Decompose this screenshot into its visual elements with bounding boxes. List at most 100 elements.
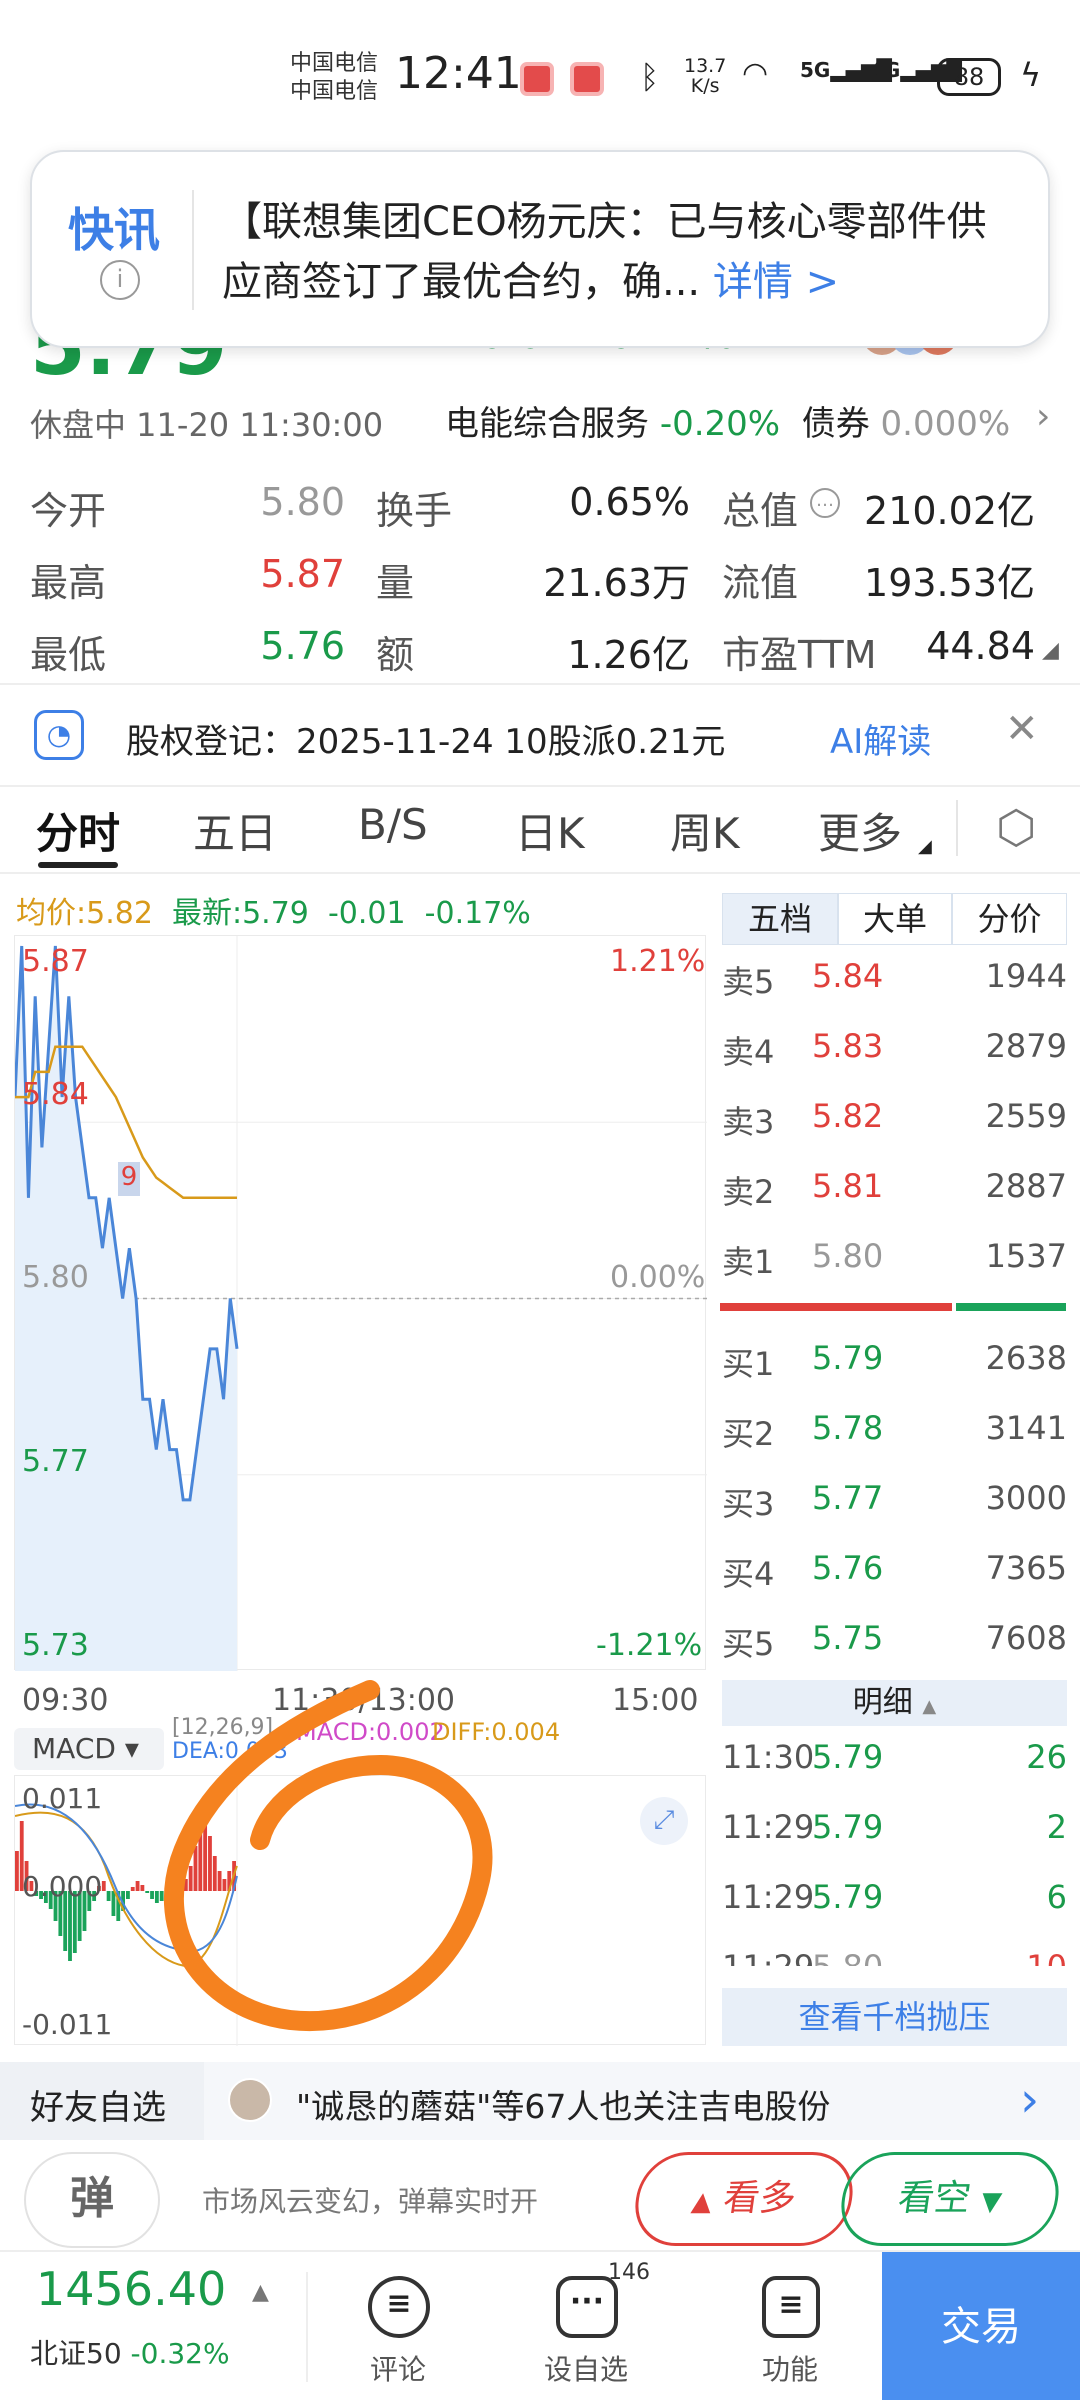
level-label: 买1 <box>722 1345 775 1383</box>
level-price: 5.84 <box>812 957 884 995</box>
level-label: 买4 <box>722 1555 775 1593</box>
sell-pressure-bar <box>720 1303 952 1311</box>
trade-volume: 2 <box>1046 1808 1067 1846</box>
danmu-toggle-button[interactable]: 弹 <box>24 2152 160 2248</box>
x-tick: 09:30 <box>22 1683 109 1718</box>
tab-big-orders[interactable]: 大单 <box>838 893 952 945</box>
market-status: 休盘中 11-20 11:30:00 <box>30 406 384 444</box>
wifi-icon: ◠ <box>742 56 769 91</box>
buy-level-row[interactable]: 买5 5.75 7608 <box>722 1607 1067 1677</box>
tab-bs[interactable]: B/S <box>358 800 428 849</box>
tab-indicator <box>38 862 118 868</box>
news-details-link[interactable]: 详情 > <box>713 259 839 305</box>
dividend-notice[interactable]: ◔ 股权登记：2025-11-24 10股派0.21元 AI解读 ✕ <box>0 690 1080 782</box>
level-label: 买5 <box>722 1625 775 1663</box>
function-button[interactable]: 功能 <box>762 2348 818 2388</box>
settings-hexagon-icon[interactable]: ⬡ <box>996 800 1036 854</box>
news-flash-toast[interactable]: 快讯 i 【联想集团CEO杨元庆：已与核心零部件供应商签订了最优合约，确... … <box>30 150 1050 348</box>
level-volume: 2879 <box>985 1027 1067 1065</box>
trade-volume: 10 <box>1026 1948 1067 1966</box>
level-price: 5.82 <box>812 1097 884 1135</box>
trade-detail-row: 11:295.80 10 <box>722 1936 1067 1966</box>
trade-price: 5.79 <box>812 1808 884 1846</box>
chevron-right-icon[interactable]: › <box>1036 396 1050 437</box>
news-flash-text[interactable]: 【联想集团CEO杨元庆：已与核心零部件供应商签订了最优合约，确... 详情 > <box>222 192 1022 312</box>
trade-time: 11:30 <box>722 1738 815 1776</box>
depth-pressure-button[interactable]: 查看千档抛压 <box>722 1988 1067 2046</box>
level-volume: 2638 <box>985 1339 1067 1377</box>
level-label: 卖2 <box>722 1173 775 1211</box>
trade-detail-row: 11:29 5.79 2 <box>722 1796 1067 1866</box>
tab-five-levels[interactable]: 五档 <box>722 893 838 945</box>
y-tick: 5.87 <box>22 944 89 979</box>
expand-up-icon[interactable]: ▲ <box>252 2280 269 2305</box>
price-chart-svg <box>13 936 707 1671</box>
x-tick: 15:00 <box>612 1683 699 1718</box>
more-icon[interactable]: … <box>810 488 840 518</box>
tab-weekly-k[interactable]: 周K <box>670 800 740 861</box>
stats-panel: 今开 5.80 换手 0.65% 总值 … 210.02亿 最高 5.87 量 … <box>30 480 1059 677</box>
index-value[interactable]: 1456.40 <box>36 2262 226 2316</box>
carrier-info: 中国电信 中国电信 <box>290 51 379 104</box>
detail-header[interactable]: 明细 ▲ <box>722 1680 1067 1726</box>
level-volume: 1944 <box>985 957 1067 995</box>
dropdown-triangle-icon: ◢ <box>918 836 932 857</box>
sell-level-row[interactable]: 卖4 5.83 2879 <box>722 1015 1067 1085</box>
trade-time: 11:29 <box>722 1808 815 1846</box>
level-label: 卖3 <box>722 1103 775 1141</box>
close-icon[interactable]: ✕ <box>1005 706 1039 752</box>
bluetooth-icon: ᛒ <box>640 58 660 96</box>
info-icon[interactable]: i <box>100 260 140 300</box>
buy-level-row[interactable]: 买3 5.77 3000 <box>722 1467 1067 1537</box>
level-price: 5.76 <box>812 1549 884 1587</box>
divider <box>192 190 194 310</box>
buy-level-row[interactable]: 买4 5.76 7365 <box>722 1537 1067 1607</box>
y-tick: 5.80 <box>22 1260 89 1295</box>
y-tick-pct: 0.00% <box>610 1260 706 1295</box>
macd-y-tick: -0.011 <box>22 2008 113 2041</box>
danmu-placeholder[interactable]: 市场风云变幻，弹幕实时开 <box>202 2180 538 2220</box>
friends-watch-bar[interactable]: 好友自选 "诚恳的蘑菇"等67人也关注吉电股份 › <box>0 2062 1080 2140</box>
watch-badge: 146 <box>608 2260 650 2285</box>
tab-five-day[interactable]: 五日 <box>193 800 277 861</box>
notification-icon <box>520 62 554 96</box>
tab-daily-k[interactable]: 日K <box>515 800 585 861</box>
trade-detail-row: 11:30 5.79 26 <box>722 1726 1067 1796</box>
level-label: 卖4 <box>722 1033 775 1071</box>
chevron-right-icon[interactable]: › <box>1020 2072 1039 2128</box>
comment-icon[interactable]: ≡ <box>368 2276 430 2338</box>
calendar-icon: ◔ <box>34 710 84 760</box>
tab-intraday[interactable]: 分时 <box>36 800 120 861</box>
friends-label: 好友自选 <box>30 2088 166 2128</box>
index-name[interactable]: 北证50 -0.32% <box>30 2332 230 2372</box>
level-price: 5.78 <box>812 1409 884 1447</box>
sell-level-row[interactable]: 卖2 5.81 2887 <box>722 1155 1067 1225</box>
trade-button[interactable]: 交易 <box>882 2252 1080 2400</box>
bearish-button[interactable]: 看空 ▼ <box>835 2152 1065 2246</box>
y-tick: 5.73 <box>22 1628 89 1663</box>
sector-info[interactable]: 电能综合服务 -0.20% 债券 0.000% <box>445 396 1010 445</box>
expand-triangle-icon[interactable]: ◢ <box>1042 638 1059 663</box>
status-bar: 中国电信 中国电信 12:41 ᛒ 13.7 K/s ◠ 5G▂▄▆█ 4G▂▄▆█… <box>0 0 1080 150</box>
tab-more[interactable]: 更多 <box>818 800 902 861</box>
intraday-chart[interactable] <box>13 935 707 1671</box>
buy-level-row[interactable]: 买2 5.78 3141 <box>722 1397 1067 1467</box>
bottom-bar: 1456.40 ▲ 北证50 -0.32% ≡ 评论 ··· 146 设自选 ≡… <box>0 2250 1080 2400</box>
event-marker[interactable]: 9 <box>118 1162 140 1196</box>
level-price: 5.80 <box>812 1237 884 1275</box>
function-icon[interactable]: ≡ <box>762 2276 820 2338</box>
tab-price-distribution[interactable]: 分价 <box>952 893 1067 945</box>
sell-level-row[interactable]: 卖1 5.80 1537 <box>722 1225 1067 1295</box>
sell-level-row[interactable]: 卖5 5.84 1944 <box>722 945 1067 1015</box>
add-watch-icon[interactable]: ··· <box>556 2276 618 2338</box>
trade-price: 5.79 <box>812 1878 884 1916</box>
clock: 12:41 <box>395 48 522 99</box>
sell-level-row[interactable]: 卖3 5.82 2559 <box>722 1085 1067 1155</box>
ai-interpret-button[interactable]: AI解读 <box>830 714 931 763</box>
buy-level-row[interactable]: 买1 5.79 2638 <box>722 1327 1067 1397</box>
comment-button[interactable]: 评论 <box>370 2348 426 2388</box>
level-price: 5.79 <box>812 1339 884 1377</box>
add-watch-button[interactable]: 设自选 <box>544 2348 628 2388</box>
trade-detail-row: 11:29 5.79 6 <box>722 1866 1067 1936</box>
bullish-button[interactable]: ▲ 看多 <box>629 2152 859 2246</box>
